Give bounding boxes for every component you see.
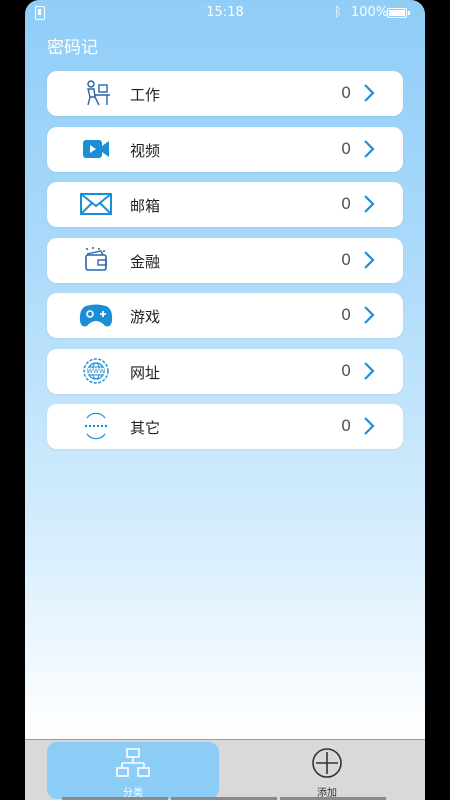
gamepad-icon: [79, 304, 113, 327]
tab-add[interactable]: 添加: [237, 742, 417, 799]
worker-desk-icon: [87, 80, 110, 106]
svg-text:WWW: WWW: [87, 368, 105, 375]
chevron-right-icon: [364, 139, 375, 158]
chevron-right-icon: [364, 195, 375, 213]
category-label: 游戏: [130, 308, 161, 326]
more-dots-icon: [84, 412, 108, 440]
bluetooth-icon: ᛒ: [334, 5, 342, 20]
mail-envelope-icon: [80, 193, 112, 215]
category-row-websites[interactable]: WWW 网址 0: [47, 348, 403, 394]
status-bar: 15:18 ᛒ 100%: [25, 0, 425, 28]
chevron-right-icon: [364, 306, 375, 324]
hierarchy-icon: [116, 748, 150, 777]
category-label: 金融: [130, 252, 161, 271]
category-count: 0: [341, 83, 352, 102]
chevron-right-icon: [364, 361, 375, 380]
wallet-icon: [85, 246, 107, 271]
bottom-tab-bar: 分类 添加: [25, 739, 425, 800]
category-count: 0: [341, 194, 352, 213]
category-count: 0: [341, 416, 352, 435]
chevron-right-icon: [364, 84, 375, 102]
category-label: 工作: [130, 86, 161, 104]
category-label: 视频: [130, 141, 161, 160]
plus-circle-icon: [312, 748, 342, 778]
category-label: 网址: [130, 363, 161, 382]
chevron-right-icon: [364, 250, 375, 269]
category-count: 0: [341, 249, 352, 269]
category-label: 其它: [130, 419, 161, 437]
category-row-mail[interactable]: 邮箱 0: [47, 182, 403, 227]
category-count: 0: [341, 138, 352, 158]
category-row-video[interactable]: 视频 0: [47, 126, 403, 172]
app-screen: 15:18 ᛒ 100% 密码记 工作 0 视频 0 邮箱 0 金融 0 游戏 …: [25, 0, 425, 800]
page-title: 密码记: [47, 38, 98, 58]
category-list: 工作 0 视频 0 邮箱 0 金融 0 游戏 0 WWW 网址 0 其它 0: [47, 71, 403, 460]
video-camera-icon: [83, 139, 109, 158]
tab-category[interactable]: 分类: [47, 742, 219, 799]
category-row-finance[interactable]: 金融 0: [47, 237, 403, 283]
category-count: 0: [341, 305, 352, 324]
category-row-work[interactable]: 工作 0: [47, 71, 403, 116]
category-count: 0: [341, 360, 352, 380]
category-label: 邮箱: [130, 197, 161, 215]
globe-www-icon: WWW: [83, 357, 109, 384]
battery-percent: 100%: [351, 5, 389, 20]
category-row-other[interactable]: 其它 0: [47, 404, 403, 449]
battery-icon: [387, 8, 410, 18]
chevron-right-icon: [364, 417, 375, 435]
category-row-games[interactable]: 游戏 0: [47, 293, 403, 338]
